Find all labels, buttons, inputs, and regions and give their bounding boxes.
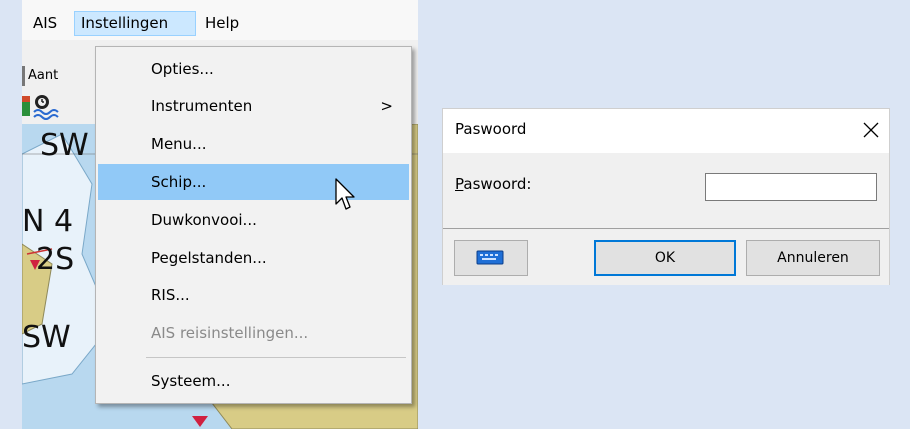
menu-instellingen[interactable]: Instellingen — [74, 11, 196, 36]
menu-item-menu[interactable]: Menu... — [98, 126, 409, 162]
menu-help[interactable]: Help — [199, 11, 245, 36]
keyboard-button[interactable] — [454, 240, 528, 276]
menu-item-instrumenten[interactable]: Instrumenten > — [98, 88, 409, 124]
keyboard-icon — [476, 250, 504, 265]
mouse-pointer-icon — [335, 178, 355, 210]
app-window: AIS Instellingen Help Aant ing — [22, 0, 418, 429]
instellingen-dropdown: Opties... Instrumenten > Menu... Schip..… — [95, 46, 412, 404]
menu-ais[interactable]: AIS — [27, 11, 63, 36]
dialog-divider — [443, 228, 889, 229]
map-label: SW — [40, 128, 89, 163]
password-label: Paswoord: — [455, 175, 531, 193]
map-label: N 4 — [22, 204, 74, 239]
menu-item-ais-reisinstellingen: AIS reisinstellingen... — [151, 324, 309, 342]
dialog-body: Paswoord: OK Annuleren — [443, 153, 889, 285]
menu-separator — [146, 357, 406, 358]
password-label-rest: aswoord: — [463, 175, 532, 193]
menu-item-duwkonvooi[interactable]: Duwkonvooi... — [98, 202, 409, 238]
menu-item-label: Instrumenten — [151, 97, 253, 115]
map-label: SW — [22, 320, 71, 355]
menu-item-pegelstanden[interactable]: Pegelstanden... — [98, 240, 409, 276]
cancel-button[interactable]: Annuleren — [746, 240, 880, 276]
password-dialog: Paswoord Paswoord: OK Annuleren — [442, 108, 890, 285]
menu-item-opties[interactable]: Opties... — [98, 51, 409, 87]
close-icon[interactable] — [858, 113, 884, 147]
chart-tools-icon[interactable] — [22, 92, 82, 122]
dialog-title: Paswoord — [455, 120, 527, 138]
menu-item-schip[interactable]: Schip... — [98, 164, 409, 200]
menu-item-systeem[interactable]: Systeem... — [98, 363, 409, 399]
ok-button[interactable]: OK — [594, 240, 736, 276]
menu-bar: AIS Instellingen Help — [22, 0, 418, 40]
chevron-right-icon: > — [380, 97, 393, 115]
menu-item-ris[interactable]: RIS... — [98, 277, 409, 313]
map-label: 2S — [36, 242, 75, 277]
password-input[interactable] — [705, 173, 877, 201]
toolbar-button-partial[interactable]: Aant — [22, 66, 58, 86]
